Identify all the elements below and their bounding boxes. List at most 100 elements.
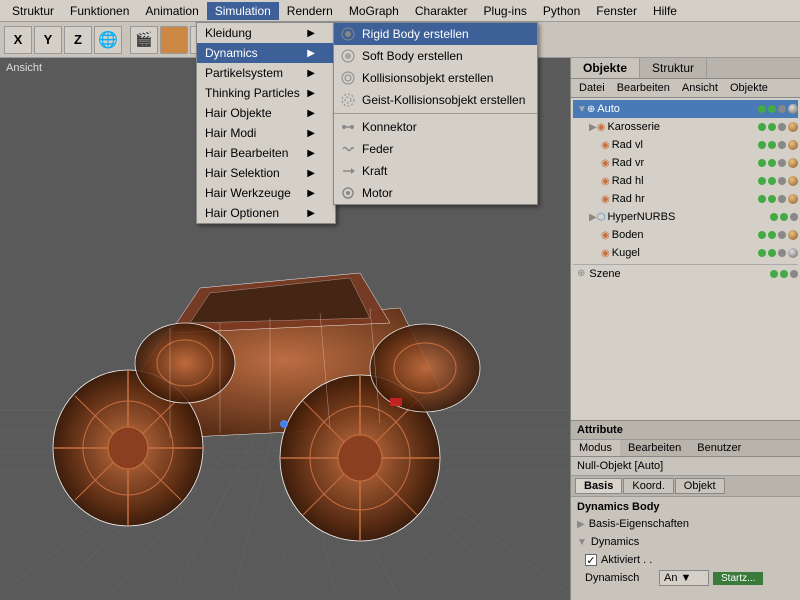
- tree-item-szene[interactable]: ⊕ Szene: [573, 264, 798, 282]
- dyn-motor[interactable]: Motor: [334, 182, 537, 204]
- sim-hair-objekte[interactable]: Hair Objekte ▶: [197, 103, 335, 123]
- object-tree: ▼ ⊕ Auto ▶ ◉ Karosserie: [571, 98, 800, 420]
- dyn-feder[interactable]: Feder: [334, 138, 537, 160]
- dyn-geist[interactable]: Geist-Kollisionsobjekt erstellen: [334, 89, 537, 111]
- attribute-title: Null-Objekt [Auto]: [571, 457, 800, 476]
- tree-item-radhr[interactable]: ◉ Rad hr: [573, 190, 798, 208]
- sim-kleidung[interactable]: Kleidung ▶: [197, 23, 335, 43]
- sim-hair-optionen[interactable]: Hair Optionen ▶: [197, 203, 335, 223]
- attribute-tabs: Modus Bearbeiten Benutzer: [571, 440, 800, 457]
- dot-hn2: [780, 213, 788, 221]
- dyn-rigid-body[interactable]: Rigid Body erstellen: [334, 23, 537, 45]
- tree-item-hypernurbs[interactable]: ▶ ⬡ HyperNURBS: [573, 208, 798, 226]
- obj-menu-objekte[interactable]: Objekte: [724, 80, 774, 96]
- sphere-icon-boden: [788, 230, 798, 240]
- menu-funktionen[interactable]: Funktionen: [62, 2, 137, 20]
- tree-item-radvl[interactable]: ◉ Rad vl: [573, 136, 798, 154]
- attr-tab-bearbeiten[interactable]: Bearbeiten: [620, 440, 689, 456]
- menu-fenster[interactable]: Fenster: [588, 2, 645, 20]
- dot-hl1: [758, 177, 766, 185]
- menu-python[interactable]: Python: [535, 2, 588, 20]
- dot-ku1: [758, 249, 766, 257]
- dot-vr2: [768, 159, 776, 167]
- dot-vr1: [758, 159, 766, 167]
- sim-partikelsystem[interactable]: Partikelsystem ▶: [197, 63, 335, 83]
- menu-hilfe[interactable]: Hilfe: [645, 2, 685, 20]
- dyn-kollision[interactable]: Kollisionsobjekt erstellen: [334, 67, 537, 89]
- attribute-panel-header: Attribute: [571, 421, 800, 440]
- menu-plugins[interactable]: Plug-ins: [476, 2, 535, 20]
- object-manager-menu: Datei Bearbeiten Ansicht Objekte: [571, 79, 800, 98]
- konnektor-icon: [340, 119, 356, 135]
- dot-green-auto: [758, 105, 766, 113]
- dot-ku3: [778, 249, 786, 257]
- dot-vl3: [778, 141, 786, 149]
- tree-item-radvr[interactable]: ◉ Rad vr: [573, 154, 798, 172]
- tree-item-boden[interactable]: ◉ Boden: [573, 226, 798, 244]
- sphere-icon-radvl: [788, 140, 798, 150]
- menu-simulation[interactable]: Simulation: [207, 2, 279, 20]
- dyn-konnektor[interactable]: Konnektor: [334, 116, 537, 138]
- sim-hair-modi[interactable]: Hair Modi ▶: [197, 123, 335, 143]
- menu-charakter[interactable]: Charakter: [407, 2, 476, 20]
- tree-item-auto[interactable]: ▼ ⊕ Auto: [573, 100, 798, 118]
- sim-hair-selektion[interactable]: Hair Selektion ▶: [197, 163, 335, 183]
- aktiviert-checkbox[interactable]: ✓: [585, 554, 597, 566]
- feder-icon: [340, 141, 356, 157]
- dynamisch-label: Dynamisch: [585, 572, 655, 584]
- menu-animation[interactable]: Animation: [137, 2, 206, 20]
- menu-rendern[interactable]: Rendern: [279, 2, 341, 20]
- sphere-icon-auto: [788, 104, 798, 114]
- aktiviert-label: Aktiviert . .: [601, 554, 671, 566]
- tree-item-kugel[interactable]: ◉ Kugel: [573, 244, 798, 262]
- dot-k2: [768, 123, 776, 131]
- sphere-icon-kugel: [788, 248, 798, 258]
- attr-nav-koord[interactable]: Koord.: [623, 478, 673, 494]
- simulation-menu[interactable]: Kleidung ▶ Dynamics ▶ Partikelsystem ▶ T…: [196, 22, 336, 224]
- tree-item-karosserie[interactable]: ▶ ◉ Karosserie: [573, 118, 798, 136]
- obj-menu-ansicht[interactable]: Ansicht: [676, 80, 724, 96]
- object-manager-tabs: Objekte Struktur: [571, 58, 800, 79]
- tool-y[interactable]: Y: [34, 26, 62, 54]
- dynamisch-dropdown[interactable]: An ▼: [659, 570, 709, 586]
- attr-tab-benutzer[interactable]: Benutzer: [689, 440, 749, 456]
- tree-item-radhl[interactable]: ◉ Rad hl: [573, 172, 798, 190]
- dot-vl2: [768, 141, 776, 149]
- tool-world[interactable]: 🌐: [94, 26, 122, 54]
- start-button[interactable]: Startz...: [713, 572, 763, 585]
- sim-hair-bearbeiten[interactable]: Hair Bearbeiten ▶: [197, 143, 335, 163]
- dot-b1: [758, 231, 766, 239]
- tool-z[interactable]: Z: [64, 26, 92, 54]
- obj-menu-bearbeiten[interactable]: Bearbeiten: [611, 80, 676, 96]
- tab-objekte[interactable]: Objekte: [571, 58, 640, 78]
- tab-struktur[interactable]: Struktur: [640, 58, 707, 78]
- attr-nav-objekt[interactable]: Objekt: [675, 478, 725, 494]
- sim-thinking-particles[interactable]: Thinking Particles ▶: [197, 83, 335, 103]
- dot-hr1: [758, 195, 766, 203]
- dot-k1: [758, 123, 766, 131]
- dynamics-submenu[interactable]: Rigid Body erstellen Soft Body erstellen…: [333, 22, 538, 205]
- dot-hn1: [770, 213, 778, 221]
- sim-hair-werkzeuge[interactable]: Hair Werkzeuge ▶: [197, 183, 335, 203]
- aktiviert-row: ✓ Aktiviert . .: [577, 551, 794, 569]
- obj-menu-datei[interactable]: Datei: [573, 80, 611, 96]
- attr-tab-modus[interactable]: Modus: [571, 440, 620, 456]
- dyn-soft-body[interactable]: Soft Body erstellen: [334, 45, 537, 67]
- dynamics-arrow: ▶: [307, 48, 315, 59]
- right-panel: Objekte Struktur Datei Bearbeiten Ansich…: [570, 58, 800, 600]
- hair-werkzeuge-arrow: ▶: [307, 188, 315, 199]
- tool-film[interactable]: 🎬: [130, 26, 158, 54]
- basis-eigenschaften-label: Basis-Eigenschaften: [589, 518, 689, 530]
- dyn-kraft[interactable]: Kraft: [334, 160, 537, 182]
- dot-b2: [768, 231, 776, 239]
- dot-b3: [778, 231, 786, 239]
- attribute-nav: Basis Koord. Objekt: [571, 476, 800, 497]
- dyn-separator: [334, 113, 537, 114]
- menu-mograph[interactable]: MoGraph: [341, 2, 407, 20]
- menu-struktur[interactable]: Struktur: [4, 2, 62, 20]
- partikelsystem-arrow: ▶: [307, 68, 315, 79]
- tool-x[interactable]: X: [4, 26, 32, 54]
- attr-nav-basis[interactable]: Basis: [575, 478, 622, 494]
- tool-1[interactable]: [160, 26, 188, 54]
- sim-dynamics[interactable]: Dynamics ▶: [197, 43, 335, 63]
